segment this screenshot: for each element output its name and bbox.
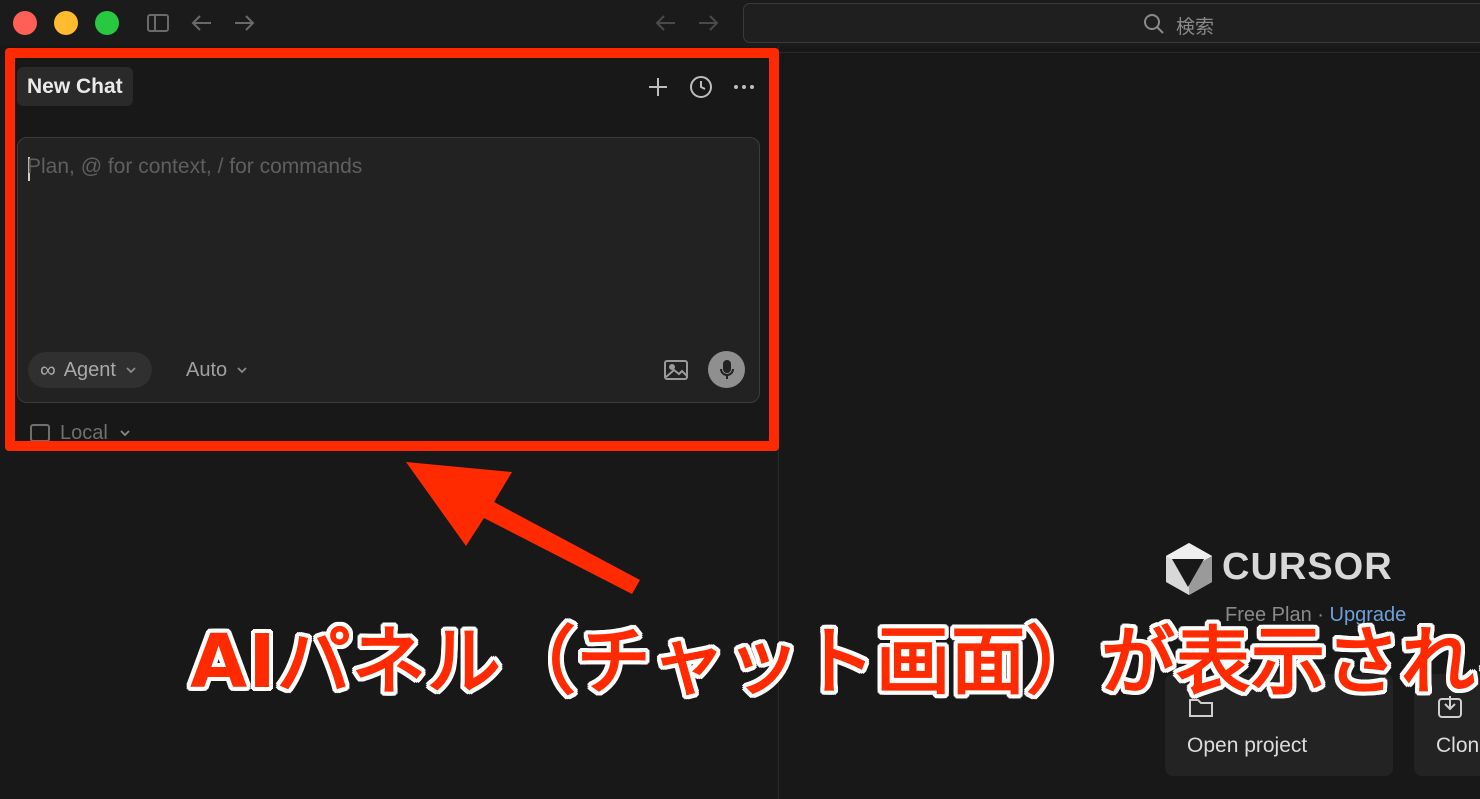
app-window: 検索 New Chat Plan, @ for context, / for c… bbox=[0, 0, 1480, 799]
editor-back-arrow-icon[interactable] bbox=[654, 12, 678, 34]
cursor-wordmark: CURSOR bbox=[1222, 546, 1393, 588]
search-label: 検索 bbox=[1176, 16, 1215, 38]
command-search-bar[interactable]: 検索 bbox=[743, 3, 1480, 43]
title-bar: 検索 bbox=[0, 0, 1480, 46]
clone-label: Clon bbox=[1436, 734, 1480, 757]
maximize-window-button[interactable] bbox=[95, 11, 119, 35]
cursor-logo-icon bbox=[1166, 543, 1212, 595]
open-project-label: Open project bbox=[1187, 734, 1308, 757]
minimize-window-button[interactable] bbox=[54, 11, 78, 35]
close-window-button[interactable] bbox=[13, 11, 37, 35]
search-icon bbox=[1143, 13, 1165, 35]
editor-forward-arrow-icon[interactable] bbox=[696, 12, 720, 34]
back-arrow-icon[interactable] bbox=[190, 12, 214, 34]
sidebar-toggle-icon[interactable] bbox=[146, 12, 170, 34]
forward-arrow-icon[interactable] bbox=[232, 12, 256, 34]
highlight-box bbox=[5, 48, 779, 451]
annotation-caption: AIパネル（チャット画面）が表示される bbox=[190, 619, 1480, 705]
editor-header-divider bbox=[778, 52, 1480, 53]
